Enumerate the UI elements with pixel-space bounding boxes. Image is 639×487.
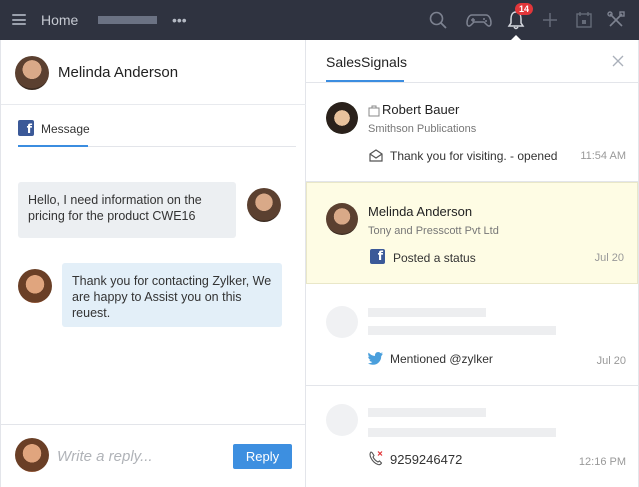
more-icon[interactable]: ••• [172, 13, 187, 27]
signal-contact-name[interactable]: Melinda Anderson [368, 204, 472, 219]
reply-user-avatar [15, 438, 49, 472]
signal-item-highlighted[interactable]: Melinda Anderson Tony and Presscott Pvt … [306, 182, 638, 284]
home-link[interactable]: Home [41, 12, 78, 28]
skeleton-avatar [326, 404, 358, 436]
signal-time: Jul 20 [596, 355, 626, 367]
skeleton-line [368, 326, 556, 335]
menu-icon[interactable] [12, 14, 26, 25]
signal-item[interactable]: 9259246472 12:16 PM [306, 386, 639, 487]
tools-icon[interactable] [606, 10, 626, 30]
facebook-icon: f [370, 249, 385, 264]
salessignals-panel: SalesSignals Robert Bauer Smithson Publi… [306, 40, 639, 487]
signal-avatar [326, 102, 358, 134]
plus-icon[interactable] [540, 10, 560, 30]
calendar-icon[interactable] [574, 10, 594, 30]
header-divider [1, 104, 306, 105]
top-bar: Home ••• 14 [0, 0, 639, 41]
contact-avatar[interactable] [15, 56, 49, 90]
signal-company: Tony and Presscott Pvt Ltd [368, 225, 499, 237]
facebook-icon: f [18, 120, 34, 136]
twitter-icon [368, 350, 384, 366]
reply-divider [1, 424, 306, 425]
panel-title[interactable]: SalesSignals [326, 54, 407, 70]
gamepad-icon[interactable] [466, 10, 492, 30]
signal-time: Jul 20 [594, 252, 624, 264]
skeleton-avatar [326, 306, 358, 338]
skeleton-line [368, 408, 486, 417]
skeleton-line [368, 428, 556, 437]
signal-time: 11:54 AM [580, 150, 626, 162]
skeleton-line [368, 308, 486, 317]
agent-avatar [18, 269, 52, 303]
briefcase-icon [368, 104, 380, 117]
outgoing-message: Thank you for contacting Zylker, We are … [62, 263, 282, 327]
signal-activity: Posted a status [393, 251, 476, 265]
panel-title-indicator [326, 80, 404, 82]
email-open-icon [368, 147, 384, 163]
signal-activity: Mentioned @zylker [390, 352, 493, 366]
notification-count-badge: 14 [515, 3, 534, 15]
signal-company: Smithson Publications [368, 123, 477, 135]
signal-avatar [326, 203, 358, 235]
signal-time: 12:16 PM [578, 456, 626, 468]
missed-call-icon [368, 450, 384, 466]
search-icon[interactable] [428, 10, 448, 30]
signal-item[interactable]: Robert Bauer Smithson Publications Thank… [306, 83, 639, 182]
tab-message[interactable]: Message [41, 122, 90, 136]
incoming-message: Hello, I need information on the pricing… [18, 182, 236, 238]
reply-button[interactable]: Reply [233, 444, 292, 469]
signal-item[interactable]: Mentioned @zylker Jul 20 [306, 284, 639, 386]
customer-avatar [247, 188, 281, 222]
conversation-panel: Melinda Anderson f Message Hello, I need… [0, 40, 306, 487]
close-icon[interactable] [611, 54, 625, 68]
signal-activity: Thank you for visiting. - opened [390, 149, 558, 163]
breadcrumb-placeholder [98, 16, 157, 24]
signal-activity: 9259246472 [390, 452, 463, 467]
active-tab-indicator [18, 145, 88, 147]
contact-name[interactable]: Melinda Anderson [58, 64, 178, 81]
signal-contact-name[interactable]: Robert Bauer [382, 102, 459, 117]
reply-input[interactable] [57, 446, 217, 466]
